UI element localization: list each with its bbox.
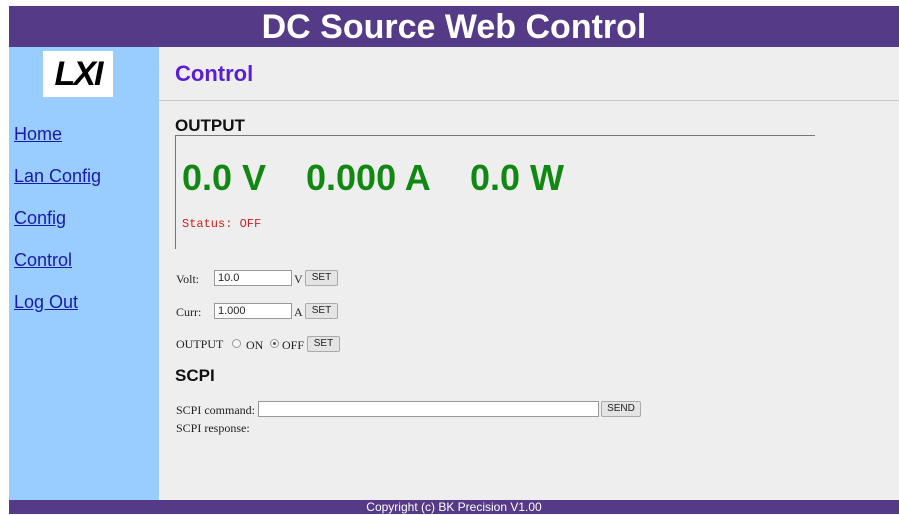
scpi-heading: SCPI [175, 366, 215, 385]
footer: Copyright (c) BK Precision V1.00 [9, 500, 899, 514]
output-off-radio[interactable] [270, 339, 279, 348]
scpi-command-label: SCPI command: [176, 403, 256, 417]
volt-input[interactable]: 10.0 [214, 270, 292, 286]
output-toggle-label: OUTPUT [176, 337, 224, 351]
lxi-logo-text: LXI [54, 54, 104, 93]
scpi-command-input[interactable] [258, 401, 599, 417]
scpi-send-button[interactable]: SEND [601, 401, 641, 417]
main-content: Control OUTPUT 0.0 V 0.000 A 0.0 W Statu… [159, 47, 899, 500]
nav-link-home[interactable]: Home [14, 124, 62, 145]
curr-label: Curr: [176, 305, 202, 319]
volt-label: Volt: [176, 272, 200, 286]
lxi-logo: LXI [43, 51, 113, 97]
scpi-response-label: SCPI response: [176, 421, 250, 435]
nav-link-lan-config[interactable]: Lan Config [14, 166, 101, 187]
nav-link-control[interactable]: Control [14, 250, 72, 271]
nav-link-log-out[interactable]: Log Out [14, 292, 78, 313]
copyright-text: Copyright (c) BK Precision V1.00 [366, 500, 542, 514]
app-title: DC Source Web Control [261, 8, 647, 46]
output-status: Status: OFF [182, 217, 262, 231]
output-on-label: ON [246, 338, 264, 352]
curr-unit: A [294, 305, 303, 319]
power-reading: 0.0 W [470, 157, 565, 198]
page-frame: DC Source Web Control LXI Home Lan Confi… [9, 6, 899, 514]
sidebar: LXI Home Lan Config Config Control Log O… [9, 47, 159, 500]
volt-unit: V [294, 272, 303, 286]
current-reading: 0.000 A [306, 157, 431, 198]
output-set-button[interactable]: SET [307, 336, 340, 352]
volt-set-button[interactable]: SET [305, 270, 338, 286]
output-heading: OUTPUT [175, 116, 245, 135]
output-off-label: OFF [282, 338, 305, 352]
output-on-radio[interactable] [232, 339, 241, 348]
title-divider [159, 100, 899, 101]
voltage-reading: 0.0 V [182, 157, 267, 198]
nav-link-config[interactable]: Config [14, 208, 66, 229]
page-title: Control [175, 61, 254, 86]
curr-input[interactable]: 1.000 [214, 303, 292, 319]
curr-set-button[interactable]: SET [305, 303, 338, 319]
app-header: DC Source Web Control [9, 6, 899, 47]
